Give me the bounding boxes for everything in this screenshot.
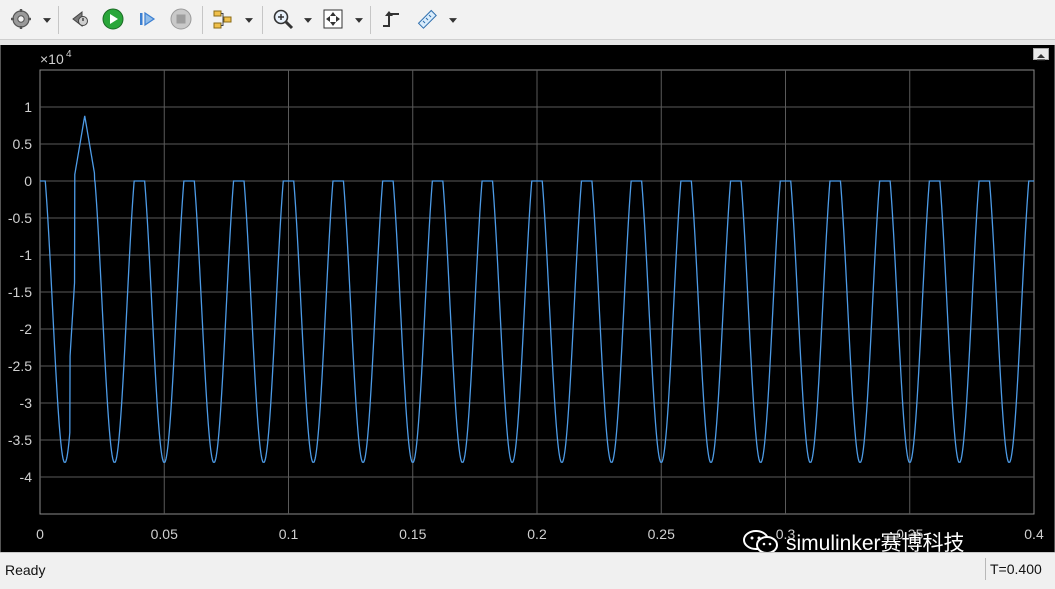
x-tick-label: 0.15 bbox=[399, 526, 426, 542]
zoom-icon[interactable] bbox=[270, 6, 296, 32]
scope-toolbar bbox=[0, 0, 1055, 40]
status-bar: Ready T=0.400 bbox=[0, 552, 1055, 589]
y-tick-label: 0 bbox=[24, 173, 32, 189]
simulation-time: T=0.400 bbox=[985, 558, 1051, 580]
measurements-dropdown-icon[interactable] bbox=[448, 14, 458, 26]
y-tick-label: -2.5 bbox=[8, 358, 32, 374]
status-text: Ready bbox=[5, 562, 46, 578]
run-icon[interactable] bbox=[100, 6, 126, 32]
zoom-dropdown-icon[interactable] bbox=[303, 14, 313, 26]
scope-chart: 0 0.05 0.1 0.15 0.2 0.25 0.3 0.35 0.410.50-0.5-1… bbox=[8, 49, 1044, 542]
x-tick-label: 0.05 bbox=[151, 526, 178, 542]
settings-dropdown-icon[interactable] bbox=[42, 14, 52, 26]
x-tick-label: 0.25 bbox=[648, 526, 675, 542]
triggers-icon[interactable] bbox=[378, 6, 404, 32]
y-tick-label: 0.5 bbox=[13, 136, 33, 152]
y-exponent-label: ×10 bbox=[40, 51, 64, 67]
highlight-dropdown-icon[interactable] bbox=[244, 14, 254, 26]
y-tick-label: 1 bbox=[24, 99, 32, 115]
step-forward-icon[interactable] bbox=[134, 6, 160, 32]
settings-icon[interactable] bbox=[8, 6, 34, 32]
y-tick-label: -0.5 bbox=[8, 210, 32, 226]
x-tick-label: 0 bbox=[36, 526, 44, 542]
highlight-model-icon[interactable] bbox=[210, 6, 236, 32]
y-tick-label: -3.5 bbox=[8, 432, 32, 448]
y-exponent-power: 4 bbox=[66, 49, 72, 60]
x-tick-label: 0.1 bbox=[279, 526, 299, 542]
y-tick-label: -1.5 bbox=[8, 284, 32, 300]
y-tick-label: -1 bbox=[20, 247, 33, 263]
y-tick-label: -2 bbox=[20, 321, 33, 337]
autoscale-dropdown-icon[interactable] bbox=[354, 14, 364, 26]
y-tick-label: -4 bbox=[20, 469, 33, 485]
autoscale-icon[interactable] bbox=[320, 6, 346, 32]
x-tick-label: 0.2 bbox=[527, 526, 547, 542]
y-tick-label: -3 bbox=[20, 395, 33, 411]
stop-icon[interactable] bbox=[168, 6, 194, 32]
scope-plot-area: 0 0.05 0.1 0.15 0.2 0.25 0.3 0.35 0.4 1 0.5 0 -0.5 -1… bbox=[0, 45, 1055, 552]
measurements-icon[interactable] bbox=[414, 6, 440, 32]
step-back-icon[interactable] bbox=[66, 6, 92, 32]
x-tick-label: 0.4 bbox=[1024, 526, 1044, 542]
